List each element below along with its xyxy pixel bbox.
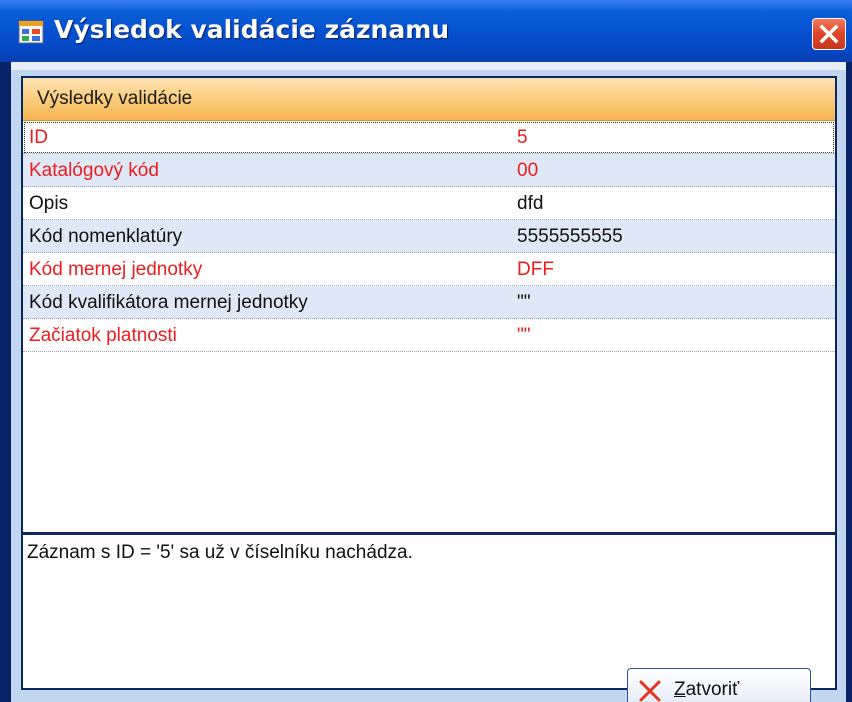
field-value: DFF: [517, 259, 554, 280]
field-value: dfd: [517, 193, 544, 214]
field-value: 5555555555: [517, 226, 623, 247]
close-button-label: Zatvoriť: [674, 679, 740, 700]
validation-results-panel: Výsledky validácie ID 5 Katalógový kód 0…: [21, 76, 837, 690]
field-value: "": [517, 292, 531, 313]
list-item[interactable]: ID 5: [23, 121, 835, 154]
x-icon: [639, 680, 661, 702]
field-value: 00: [517, 160, 539, 181]
title-bar[interactable]: Výsledok validácie záznamu: [0, 0, 852, 62]
field-value: 5: [517, 127, 528, 148]
dialog-title: Výsledok validácie záznamu: [54, 15, 450, 44]
list-item[interactable]: Začiatok platnosti "": [23, 319, 835, 352]
field-label: ID: [29, 127, 48, 148]
field-label: Kód nomenklatúry: [29, 226, 183, 247]
field-label: Opis: [29, 193, 69, 214]
dialog-window: Výsledok validácie záznamu Výsledky vali…: [0, 0, 852, 702]
list-item[interactable]: Katalógový kód 00: [23, 154, 835, 187]
validation-message: Záznam s ID = '5' sa už v číselníku nach…: [27, 542, 413, 563]
list-item[interactable]: Kód nomenklatúry 5555555555: [23, 220, 835, 253]
results-list[interactable]: ID 5 Katalógový kód 00 Opis dfd Kód nome…: [23, 121, 835, 352]
field-value: "": [517, 325, 531, 346]
field-label: Katalógový kód: [29, 160, 159, 181]
field-label: Začiatok platnosti: [29, 325, 177, 346]
panel-header-label: Výsledky validácie: [37, 88, 193, 109]
field-label: Kód mernej jednotky: [29, 259, 203, 280]
dialog-client-area: Výsledky validácie ID 5 Katalógový kód 0…: [11, 62, 846, 702]
window-close-button[interactable]: [812, 18, 846, 50]
close-icon: [819, 24, 839, 44]
app-window-icon: [18, 20, 44, 44]
list-item[interactable]: Opis dfd: [23, 187, 835, 220]
list-item[interactable]: Kód kvalifikátora mernej jednotky "": [23, 286, 835, 319]
list-item[interactable]: Kód mernej jednotky DFF: [23, 253, 835, 286]
panel-header: Výsledky validácie: [23, 78, 835, 121]
panel-divider: [23, 532, 835, 535]
field-label: Kód kvalifikátora mernej jednotky: [29, 292, 308, 313]
close-button[interactable]: Zatvoriť: [627, 668, 811, 702]
